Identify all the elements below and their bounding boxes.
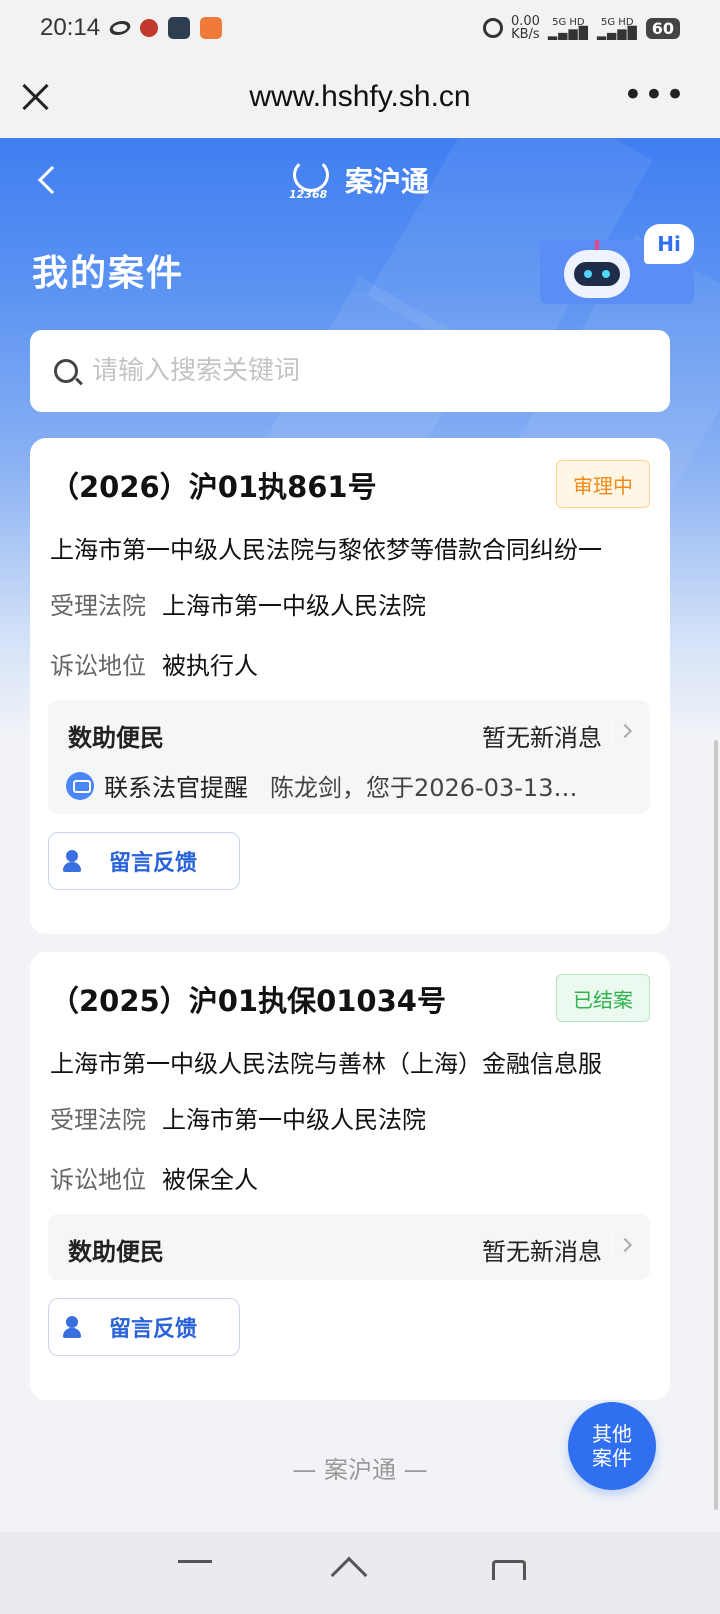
search-input[interactable] [92,356,612,386]
role-value: 被执行人 [162,652,258,680]
app-notification-icon [168,17,191,39]
browser-bar: www.hshfy.sh.cn ••• [0,56,720,138]
case-card[interactable]: （2025）沪01执保01034号 已结案 上海市第一中级人民法院与善林（上海）… [30,952,670,1400]
status-badge: 已结案 [556,974,650,1022]
home-icon[interactable] [330,1556,368,1594]
help-title: 数助便民 [68,1238,164,1266]
scrollbar[interactable] [714,740,718,1510]
battery-indicator: 60 [645,17,680,39]
status-badge: 审理中 [556,460,650,508]
feedback-label: 留言反馈 [109,851,198,876]
role-row: 诉讼地位 被执行人 [50,646,258,681]
help-title: 数助便民 [68,724,164,752]
role-label: 诉讼地位 [50,1166,146,1194]
role-label: 诉讼地位 [50,652,146,680]
case-number: （2025）沪01执保01034号 [50,984,446,1018]
case-card[interactable]: （2026）沪01执861号 审理中 上海市第一中级人民法院与黎依梦等借款合同纠… [30,438,670,934]
case-title: 上海市第一中级人民法院与黎依梦等借款合同纠纷一 [50,536,602,564]
app-notification-icon [140,19,159,37]
system-nav-bar [0,1532,720,1614]
hi-bubble[interactable]: Hi [644,224,694,264]
app-notification-icon [107,21,133,35]
court-value: 上海市第一中级人民法院 [162,592,426,620]
search-box[interactable] [30,330,670,412]
person-icon [63,1316,81,1338]
divider [611,722,612,744]
brand: 12368 案沪通 [0,158,720,202]
court-value: 上海市第一中级人民法院 [162,1106,426,1134]
message-icon [66,771,94,800]
robot-icon [564,240,630,298]
court-label: 受理法院 [50,592,146,620]
message-text: 陈龙剑，您于2026-03-13… [270,774,578,802]
help-panel[interactable]: 数助便民 暂无新消息 [48,1214,650,1280]
app-notification-icon [200,17,223,39]
feedback-button[interactable]: 留言反馈 [48,1298,240,1356]
feedback-label: 留言反馈 [109,1317,198,1342]
judge-reminder-message[interactable]: 联系法官提醒 陈龙剑，您于2026-03-13… [66,768,626,803]
brand-name: 案沪通 [344,165,429,198]
role-value: 被保全人 [162,1166,258,1194]
chevron-right-icon [617,723,633,739]
role-row: 诉讼地位 被保全人 [50,1160,258,1195]
network-speed: 0.00 KB/s [510,14,540,42]
menu-icon[interactable] [178,1560,212,1580]
case-title: 上海市第一中级人民法院与善林（上海）金融信息服 [50,1050,602,1078]
url-display: www.hshfy.sh.cn [249,80,471,113]
court-row: 受理法院 上海市第一中级人民法院 [50,586,426,621]
feedback-button[interactable]: 留言反馈 [48,832,240,890]
court-row: 受理法院 上海市第一中级人民法院 [50,1100,426,1135]
case-number: （2026）沪01执861号 [50,470,377,504]
other-cases-button[interactable]: 其他 案件 [568,1402,656,1490]
message-label: 联系法官提醒 [104,774,248,802]
signal-indicator: 5G HD ▂▄▆█ [596,17,638,40]
status-time: 20:14 [40,14,101,41]
signal-indicator: 5G HD ▂▄▆█ [547,17,589,40]
status-bar: 20:14 0.00 KB/s 5G HD ▂▄▆█ 5G HD ▂▄▆█ 60 [0,0,720,56]
court-logo-icon: 12368 [289,158,331,202]
search-icon [54,359,78,383]
page-title: 我的案件 [32,253,185,294]
close-icon[interactable] [20,82,50,112]
alarm-icon [482,18,503,38]
more-options-icon[interactable]: ••• [623,78,686,112]
person-icon [63,850,81,872]
help-status: 暂无新消息 [482,1238,602,1266]
chevron-right-icon [617,1237,633,1253]
divider [611,1236,612,1258]
help-panel[interactable]: 数助便民 暂无新消息 联系法官提醒 陈龙剑，您于2026-03-13… [48,700,650,814]
court-label: 受理法院 [50,1106,146,1134]
help-status: 暂无新消息 [482,724,602,752]
back-nav-icon[interactable] [492,1560,526,1580]
